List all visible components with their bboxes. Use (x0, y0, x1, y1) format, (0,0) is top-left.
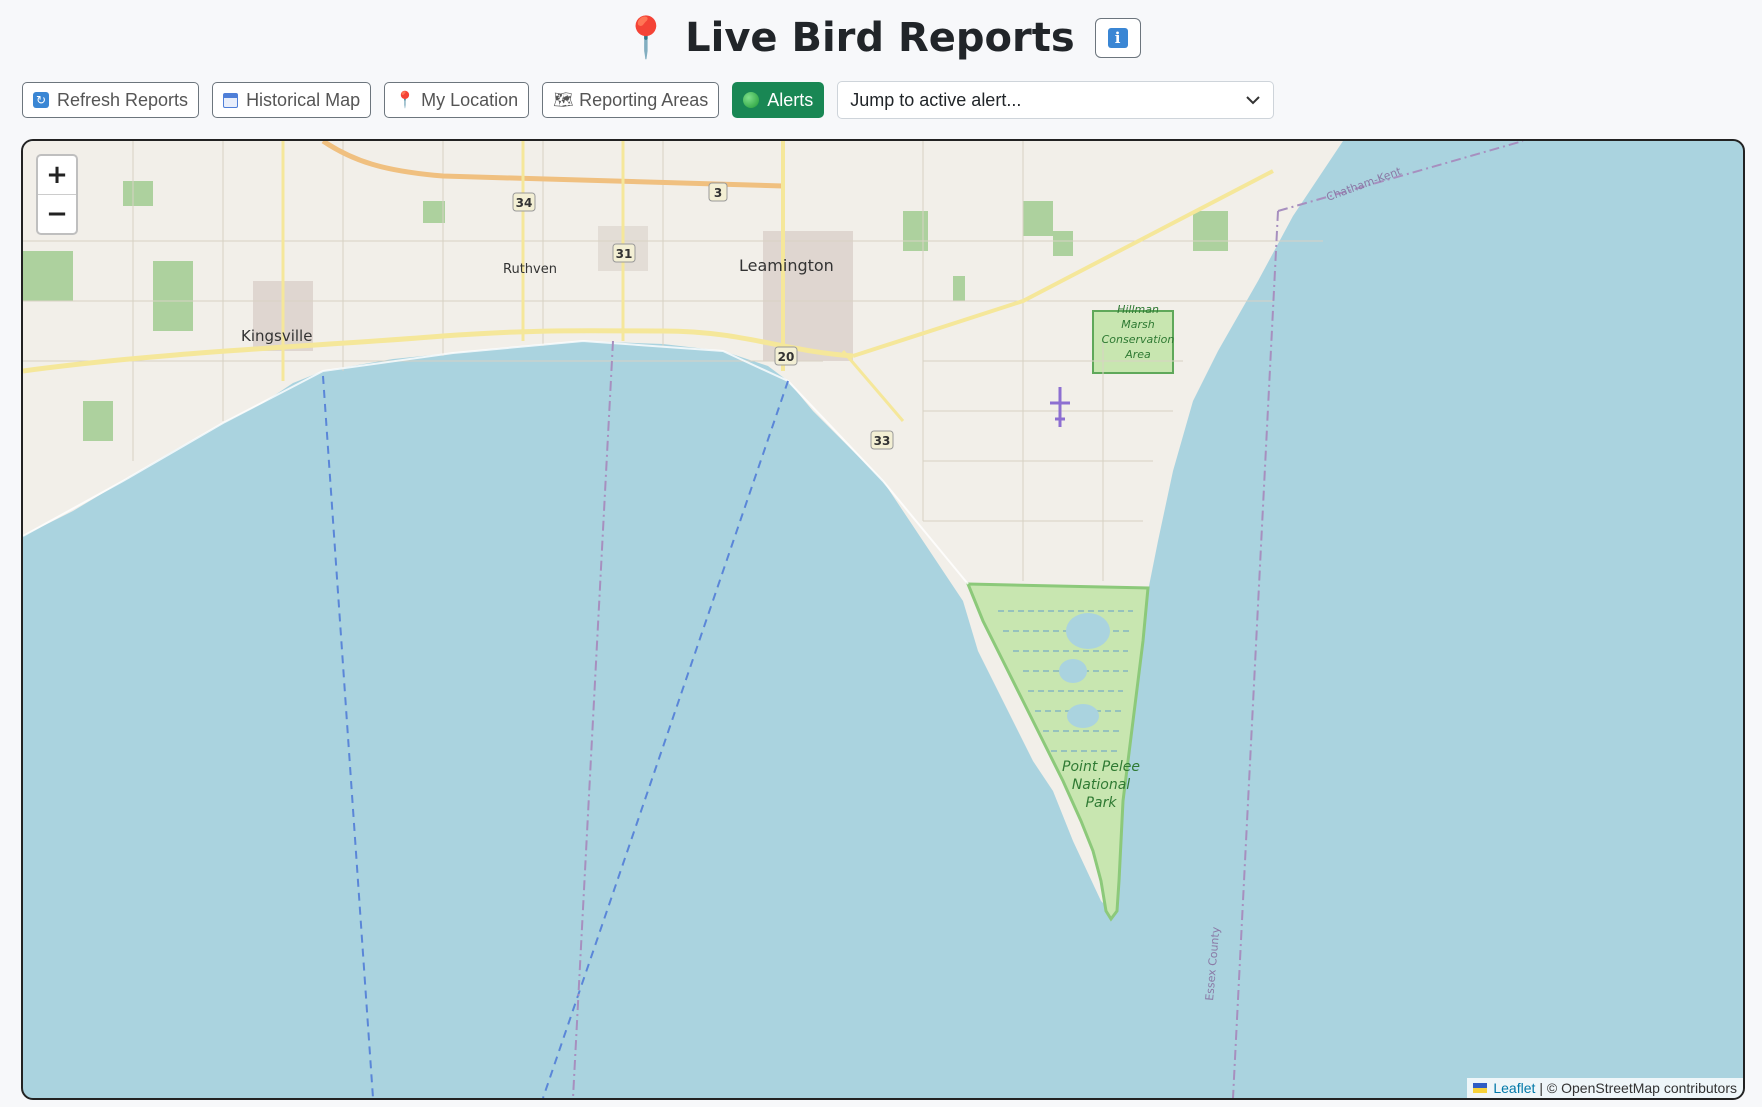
jump-to-alert-value: Jump to active alert... (850, 89, 1022, 110)
refresh-icon: ↻ (33, 92, 49, 108)
label-pelee-3: Park (1086, 795, 1118, 811)
svg-text:31: 31 (616, 247, 633, 261)
label-hillman-4: Area (1124, 348, 1151, 361)
location-pin-icon: 📍 (395, 92, 416, 109)
green-circle-icon (743, 92, 760, 108)
info-icon: i (1107, 28, 1128, 48)
info-button[interactable]: i (1094, 18, 1141, 58)
calendar-icon (223, 92, 239, 108)
label-kingsville: Kingsville (241, 327, 312, 345)
toolbar: ↻ Refresh Reports Historical Map 📍 My Lo… (22, 81, 1275, 119)
zoom-in-button[interactable]: + (38, 156, 76, 194)
svg-text:20: 20 (778, 350, 795, 364)
svg-text:33: 33 (874, 434, 891, 448)
label-leamington: Leamington (739, 256, 834, 275)
label-hillman-3: Conservation (1102, 333, 1175, 346)
world-map-icon: 🗺 (553, 92, 574, 109)
chevron-down-icon (1246, 96, 1260, 105)
page-title: Live Bird Reports (685, 15, 1075, 61)
zoom-out-button[interactable]: − (38, 194, 76, 233)
land-area (23, 141, 1343, 911)
my-location-button[interactable]: 📍 My Location (384, 82, 530, 118)
label-hillman-2: Marsh (1121, 318, 1154, 331)
reporting-areas-button[interactable]: 🗺 Reporting Areas (542, 82, 720, 118)
map-pin-icon: 📍 (621, 16, 672, 60)
zoom-control: + − (36, 154, 78, 235)
ukraine-flag-icon (1473, 1083, 1488, 1093)
leamington-urban (763, 231, 853, 361)
reporting-areas-label: Reporting Areas (579, 89, 709, 110)
map-attribution: Leaflet | © OpenStreetMap contributors (1467, 1078, 1743, 1098)
refresh-reports-label: Refresh Reports (57, 89, 189, 110)
alerts-label: Alerts (767, 89, 814, 110)
refresh-reports-button[interactable]: ↻ Refresh Reports (22, 82, 200, 118)
my-location-label: My Location (421, 89, 519, 110)
map[interactable]: 34 3 31 20 33 Kingsville Ruthven Leaming… (21, 139, 1745, 1100)
label-ruthven: Ruthven (503, 262, 557, 277)
label-chatham-kent: Chatham-Kent (1325, 164, 1404, 203)
historical-map-button[interactable]: Historical Map (212, 82, 372, 118)
jump-to-alert-select[interactable]: Jump to active alert... (837, 81, 1275, 119)
svg-text:3: 3 (714, 186, 722, 200)
page-header: 📍 Live Bird Reports i (0, 8, 1762, 68)
osm-attribution: | © OpenStreetMap contributors (1539, 1080, 1737, 1096)
svg-text:34: 34 (516, 196, 533, 210)
alerts-button[interactable]: Alerts (732, 82, 825, 118)
leaflet-link[interactable]: Leaflet (1493, 1080, 1535, 1096)
label-hillman-1: Hillman (1117, 303, 1159, 316)
historical-map-label: Historical Map (246, 89, 361, 110)
label-pelee-2: National (1072, 777, 1130, 793)
label-pelee-1: Point Pelee (1062, 759, 1140, 775)
label-essex-county: Essex County (1203, 926, 1222, 1002)
point-pelee-park (965, 582, 1150, 922)
map-tiles[interactable]: 34 3 31 20 33 Kingsville Ruthven Leaming… (23, 141, 1743, 1098)
